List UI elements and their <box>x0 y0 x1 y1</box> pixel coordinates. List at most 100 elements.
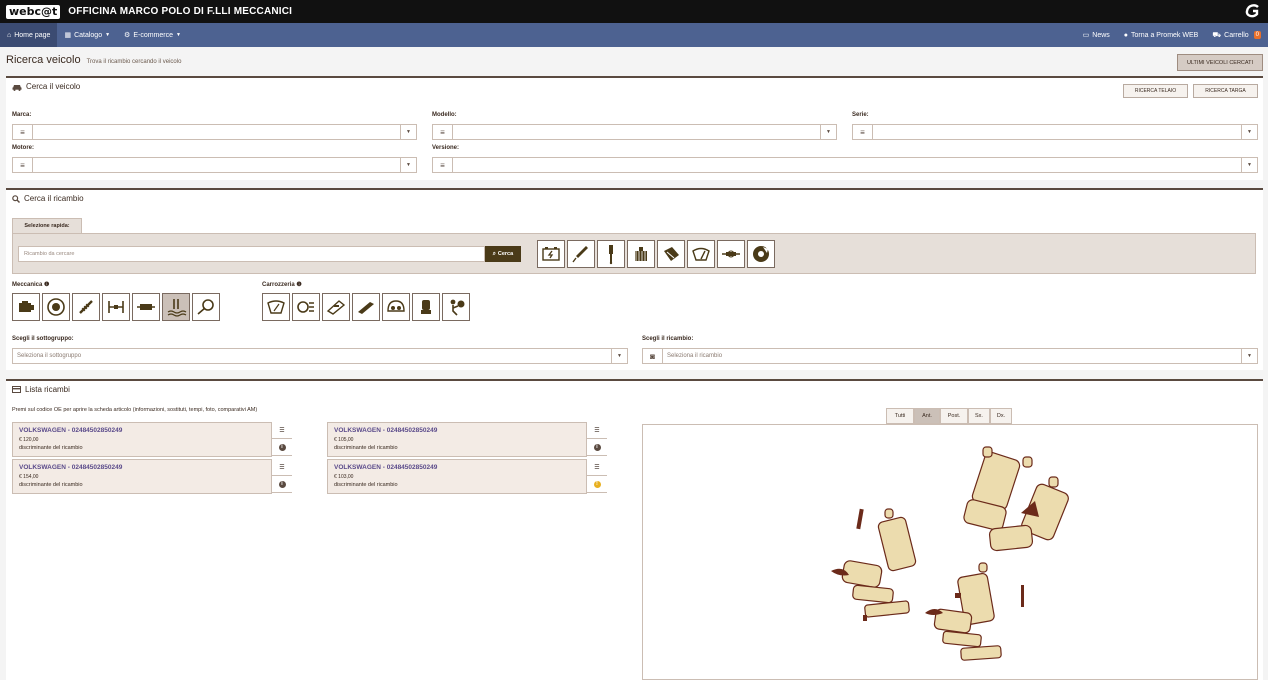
camera-icon[interactable]: ◙ <box>643 349 663 363</box>
part-info-button[interactable]: ! <box>587 476 607 493</box>
view-tab-tutti[interactable]: Tutti <box>886 408 914 424</box>
headrest-part <box>1048 476 1059 488</box>
nav-catalogo[interactable]: ▦ Catalogo ▼ <box>57 23 117 47</box>
meccanica-engine[interactable] <box>12 293 40 321</box>
meccanica-brake[interactable] <box>42 293 70 321</box>
chevron-down-icon[interactable]: ▼ <box>1241 158 1257 172</box>
vehicle-search-panel: Cerca il veicolo RICERCA TELAIO RICERCA … <box>6 76 1263 180</box>
part-info-button[interactable]: i <box>272 476 292 493</box>
page-subtitle: Trova il ricambio cercando il veicolo <box>86 59 182 65</box>
view-tab-sx[interactable]: Sx. <box>968 408 990 424</box>
carrozzeria-bumper[interactable] <box>352 293 380 321</box>
part-search-input[interactable]: Ricambio da cercare <box>18 246 485 262</box>
quick-spark-plug[interactable] <box>567 240 595 268</box>
meccanica-axle[interactable] <box>102 293 130 321</box>
ricerca-telaio-button[interactable]: RICERCA TELAIO <box>1123 84 1188 98</box>
seat-frame-part <box>852 584 894 604</box>
chevron-down-icon[interactable]: ▼ <box>1241 349 1257 363</box>
quick-injector[interactable] <box>717 240 745 268</box>
view-tab-post[interactable]: Post. <box>940 408 968 424</box>
exploded-diagram[interactable] <box>642 424 1258 680</box>
part-card-title[interactable]: VOLKSWAGEN - 02484502850249 <box>19 464 122 471</box>
ricerca-targa-button[interactable]: RICERCA TARGA <box>1193 84 1258 98</box>
part-card[interactable]: VOLKSWAGEN - 02484502850249 € 105,00 dis… <box>327 422 607 457</box>
info-icon: i <box>593 443 601 451</box>
nav-news[interactable]: ▭ News <box>1076 23 1117 47</box>
part-card[interactable]: VOLKSWAGEN - 02484502850249 € 154,00 dis… <box>12 459 292 494</box>
carrozzeria-airbag[interactable] <box>442 293 470 321</box>
ricambio-select[interactable]: ◙ Seleziona il ricambio ▼ <box>642 348 1258 364</box>
carrozzeria-windshield[interactable] <box>262 293 290 321</box>
nav-home[interactable]: ⌂ Home page <box>0 23 58 47</box>
modello-select[interactable]: ≡ ▼ <box>432 124 837 140</box>
carrozzeria-dashboard[interactable] <box>382 293 410 321</box>
quick-selection-tab[interactable]: Selezione rapida: <box>12 218 82 233</box>
carrozzeria-headlight[interactable] <box>292 293 320 321</box>
carrozzeria-door-handle[interactable] <box>322 293 350 321</box>
nav-ecommerce[interactable]: ⚙ E-commerce ▼ <box>117 23 188 47</box>
nav-carrello[interactable]: ⛟ Carrello 0 <box>1205 23 1268 47</box>
list-icon[interactable]: ☰ <box>272 459 292 476</box>
quick-wiper[interactable] <box>687 240 715 268</box>
app-logo[interactable]: webc@t <box>6 4 61 19</box>
grid-icon: ▦ <box>64 32 72 39</box>
chevron-down-icon[interactable]: ▼ <box>1241 125 1257 139</box>
shock-absorber-icon <box>609 245 613 265</box>
view-tab-dx[interactable]: Dx. <box>990 408 1012 424</box>
door-handle-icon <box>326 300 346 315</box>
meccanica-transmission[interactable] <box>132 293 160 321</box>
marca-select[interactable]: ≡ ▼ <box>12 124 417 140</box>
motore-select[interactable]: ≡ ▼ <box>12 157 417 173</box>
meccanica-cooling[interactable] <box>162 293 190 321</box>
part-card[interactable]: VOLKSWAGEN - 02484502850249 € 103,00 dis… <box>327 459 607 494</box>
view-tab-ant[interactable]: Ant. <box>914 408 940 424</box>
injector-icon <box>722 250 740 258</box>
chevron-down-icon[interactable]: ▼ <box>400 158 416 172</box>
engine-icon <box>19 301 34 312</box>
quick-brake-disc[interactable] <box>747 240 775 268</box>
meccanica-suspension[interactable] <box>72 293 100 321</box>
chevron-down-icon[interactable]: ▼ <box>400 125 416 139</box>
part-search-button[interactable]: ⌕ Cerca <box>485 246 521 262</box>
part-card-title[interactable]: VOLKSWAGEN - 02484502850249 <box>334 464 437 471</box>
list-icon[interactable]: ≡ <box>433 125 453 139</box>
nav-torna[interactable]: ● Torna a Promek WEB <box>1117 23 1206 47</box>
list-icon[interactable]: ≡ <box>13 125 33 139</box>
trim-part <box>955 593 961 598</box>
part-info-button[interactable]: i <box>272 439 292 456</box>
quick-oil-filter[interactable] <box>627 240 655 268</box>
car-icon <box>12 84 22 91</box>
list-icon[interactable]: ☰ <box>587 422 607 439</box>
serie-select[interactable]: ≡ ▼ <box>852 124 1258 140</box>
info-icon: i <box>278 480 286 488</box>
versione-select[interactable]: ≡ ▼ <box>432 157 1258 173</box>
list-icon[interactable]: ≡ <box>13 158 33 172</box>
marca-label: Marca: <box>12 112 32 118</box>
brake-icon <box>47 298 65 316</box>
part-info-button[interactable]: i <box>587 439 607 456</box>
globe-icon: ● <box>1123 31 1129 39</box>
list-icon[interactable]: ☰ <box>587 459 607 476</box>
carrozzeria-seat[interactable] <box>412 293 440 321</box>
meccanica-steering[interactable] <box>192 293 220 321</box>
part-card-price: € 154,00 <box>19 474 39 480</box>
list-icon[interactable]: ≡ <box>853 125 873 139</box>
last-vehicles-button[interactable]: ULTIMI VEICOLI CERCATI <box>1177 54 1263 71</box>
list-icon[interactable]: ☰ <box>272 422 292 439</box>
top-bar: webc@t OFFICINA MARCO POLO DI F.LLI MECC… <box>0 0 1268 23</box>
quick-battery[interactable] <box>537 240 565 268</box>
part-card-title[interactable]: VOLKSWAGEN - 02484502850249 <box>334 427 437 434</box>
seat-icon <box>421 300 431 314</box>
seat-rail-part <box>960 645 1002 661</box>
chevron-down-icon[interactable]: ▼ <box>611 349 627 363</box>
sottogruppo-select[interactable]: Seleziona il sottogruppo ▼ <box>12 348 628 364</box>
newspaper-icon: ▭ <box>1082 32 1090 39</box>
list-icon[interactable]: ≡ <box>433 158 453 172</box>
part-card-title[interactable]: VOLKSWAGEN - 02484502850249 <box>19 427 122 434</box>
quick-shock-absorber[interactable] <box>597 240 625 268</box>
part-card[interactable]: VOLKSWAGEN - 02484502850249 € 120,00 dis… <box>12 422 292 457</box>
list-hint: Premi sul codice OE per aprire la scheda… <box>12 407 258 413</box>
chevron-down-icon: ▼ <box>176 32 181 38</box>
quick-exhaust[interactable] <box>657 240 685 268</box>
chevron-down-icon[interactable]: ▼ <box>820 125 836 139</box>
